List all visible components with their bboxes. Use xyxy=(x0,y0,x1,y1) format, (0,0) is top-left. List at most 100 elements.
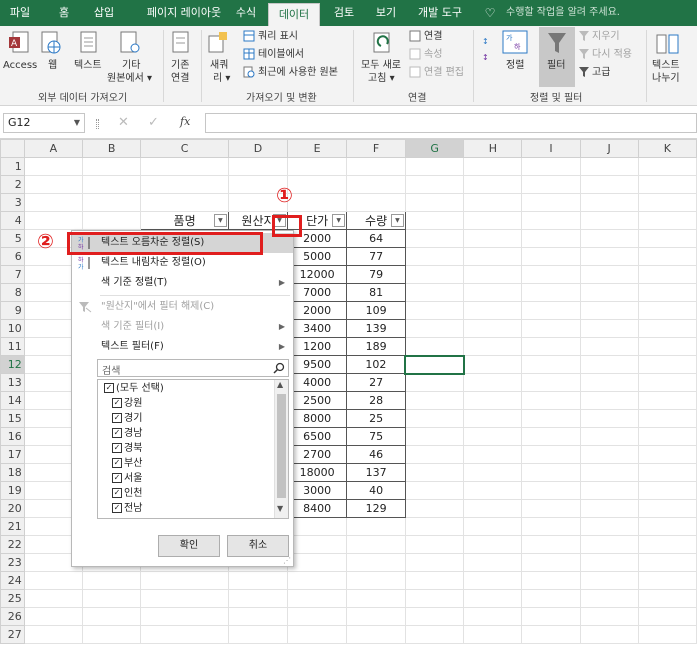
cell-j22[interactable] xyxy=(579,535,639,554)
cell-i23[interactable] xyxy=(521,553,581,572)
cell-d24[interactable] xyxy=(227,571,289,590)
cell-j9[interactable] xyxy=(579,301,639,320)
cell-c4[interactable]: 품명 ▼ xyxy=(140,211,229,230)
cell-k21[interactable] xyxy=(637,517,697,536)
cell-f21[interactable] xyxy=(346,517,406,536)
cell-e9[interactable]: 2000 xyxy=(287,301,348,320)
cell-c27[interactable] xyxy=(140,625,229,644)
scroll-down-icon[interactable]: ▼ xyxy=(277,504,283,513)
cell-a26[interactable] xyxy=(23,607,83,626)
cell-g26[interactable] xyxy=(404,607,465,626)
tab-home[interactable]: 홈 xyxy=(50,0,78,26)
row-header-15[interactable]: 15 xyxy=(0,409,25,428)
row-header-6[interactable]: 6 xyxy=(0,247,25,266)
cell-g12[interactable] xyxy=(404,354,465,375)
cell-k22[interactable] xyxy=(637,535,697,554)
checkbox-checked-icon[interactable]: ✓ xyxy=(112,488,122,498)
from-table-button[interactable]: 테이블에서 xyxy=(258,48,304,61)
cell-j5[interactable] xyxy=(579,229,639,248)
cell-g10[interactable] xyxy=(404,319,465,338)
cell-j15[interactable] xyxy=(579,409,639,428)
cell-g27[interactable] xyxy=(404,625,465,644)
checkbox-checked-icon[interactable]: ✓ xyxy=(112,443,122,453)
cell-j8[interactable] xyxy=(579,283,639,302)
cell-j12[interactable] xyxy=(579,355,639,374)
filter-dropdown-button[interactable]: ▼ xyxy=(390,214,404,227)
cell-i21[interactable] xyxy=(521,517,581,536)
cell-j25[interactable] xyxy=(579,589,639,608)
cell-e12[interactable]: 9500 xyxy=(287,355,348,374)
cell-f25[interactable] xyxy=(346,589,406,608)
row-header-13[interactable]: 13 xyxy=(0,373,25,392)
cell-e20[interactable]: 8400 xyxy=(287,499,348,518)
cell-k4[interactable] xyxy=(637,211,697,230)
cell-h22[interactable] xyxy=(463,535,523,554)
cell-i5[interactable] xyxy=(521,229,581,248)
cell-f27[interactable] xyxy=(346,625,406,644)
menu-text-filters[interactable]: 텍스트 필터(F) ▶ xyxy=(72,337,293,357)
cell-h8[interactable] xyxy=(463,283,523,302)
cell-k6[interactable] xyxy=(637,247,697,266)
cell-k1[interactable] xyxy=(637,157,697,176)
row-header-24[interactable]: 24 xyxy=(0,571,25,590)
row-header-26[interactable]: 26 xyxy=(0,607,25,626)
menu-clear-filter[interactable]: "원산지"에서 필터 해제(C) xyxy=(72,297,293,317)
access-button[interactable]: Access xyxy=(3,59,37,72)
cell-d1[interactable] xyxy=(227,157,289,176)
tab-review[interactable]: 검토 xyxy=(326,0,362,26)
cell-b24[interactable] xyxy=(81,571,142,590)
cell-k27[interactable] xyxy=(637,625,697,644)
cell-a25[interactable] xyxy=(23,589,83,608)
cell-b27[interactable] xyxy=(81,625,142,644)
column-header-f[interactable]: F xyxy=(346,139,406,158)
tab-insert[interactable]: 삽입 xyxy=(86,0,122,26)
menu-filter-by-color[interactable]: 색 기준 필터(I) ▶ xyxy=(72,317,293,337)
recent-sources-button[interactable]: 최근에 사용한 원본 xyxy=(258,66,338,79)
row-header-23[interactable]: 23 xyxy=(0,553,25,572)
column-header-c[interactable]: C xyxy=(140,139,229,158)
cell-h13[interactable] xyxy=(463,373,523,392)
other-sources-label-1[interactable]: 기타 xyxy=(122,59,140,72)
cell-f14[interactable]: 28 xyxy=(346,391,406,410)
row-header-11[interactable]: 11 xyxy=(0,337,25,356)
cell-j27[interactable] xyxy=(579,625,639,644)
row-header-7[interactable]: 7 xyxy=(0,265,25,284)
cell-k20[interactable] xyxy=(637,499,697,518)
cell-g18[interactable] xyxy=(404,463,465,482)
cell-e3[interactable] xyxy=(287,193,348,212)
cell-i13[interactable] xyxy=(521,373,581,392)
cell-g11[interactable] xyxy=(404,337,465,356)
cell-j17[interactable] xyxy=(579,445,639,464)
cell-a4[interactable] xyxy=(23,211,83,230)
menu-sort-by-color[interactable]: 색 기준 정렬(T) ▶ xyxy=(72,273,293,293)
cell-e22[interactable] xyxy=(287,535,348,554)
reapply-button[interactable]: 다시 적용 xyxy=(592,48,632,61)
cell-i10[interactable] xyxy=(521,319,581,338)
cell-a2[interactable] xyxy=(23,175,83,194)
cell-f10[interactable]: 139 xyxy=(346,319,406,338)
cell-k8[interactable] xyxy=(637,283,697,302)
row-header-18[interactable]: 18 xyxy=(0,463,25,482)
ok-button[interactable]: 확인 xyxy=(158,535,220,557)
cell-g5[interactable] xyxy=(404,229,465,248)
column-header-d[interactable]: D xyxy=(227,139,289,158)
cell-f12[interactable]: 102 xyxy=(346,355,406,374)
cell-i27[interactable] xyxy=(521,625,581,644)
cell-e7[interactable]: 12000 xyxy=(287,265,348,284)
row-header-17[interactable]: 17 xyxy=(0,445,25,464)
filter-list-item[interactable]: ✓ (모두 선택) xyxy=(104,382,164,396)
cell-g1[interactable] xyxy=(404,157,465,176)
cell-c2[interactable] xyxy=(140,175,229,194)
cell-i7[interactable] xyxy=(521,265,581,284)
cell-f8[interactable]: 81 xyxy=(346,283,406,302)
filter-list-item[interactable]: ✓ 강원 xyxy=(112,397,142,411)
cell-h4[interactable] xyxy=(463,211,523,230)
cell-e27[interactable] xyxy=(287,625,348,644)
text-button[interactable]: 텍스트 xyxy=(74,59,102,72)
cell-h27[interactable] xyxy=(463,625,523,644)
cell-c24[interactable] xyxy=(140,571,229,590)
cell-k24[interactable] xyxy=(637,571,697,590)
cell-h12[interactable] xyxy=(463,355,523,374)
tell-me-box[interactable]: 수행할 작업을 알려 주세요. xyxy=(498,0,628,26)
cell-k19[interactable] xyxy=(637,481,697,500)
